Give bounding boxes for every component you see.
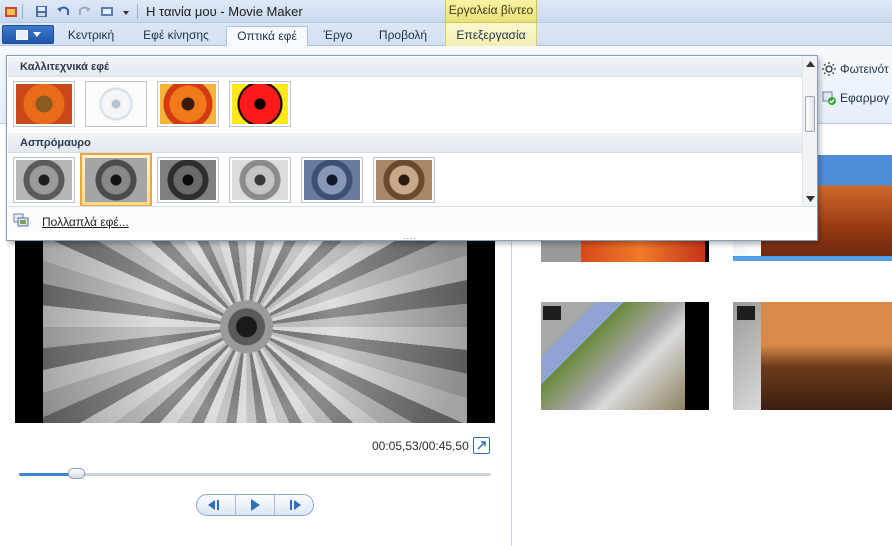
effect-preview (232, 160, 288, 200)
expand-icon (477, 441, 486, 450)
tab-visual-effects[interactable]: Οπτικά εφέ (226, 26, 308, 46)
title-bar: Η ταινία μου - Movie Maker Εργαλεία βίντ… (0, 0, 892, 23)
chevron-down-icon (32, 31, 41, 37)
tab-animations[interactable]: Εφέ κίνησης (134, 26, 218, 46)
multiple-effects-link[interactable]: Πολλαπλά εφέ... (42, 215, 129, 229)
seek-thumb[interactable] (68, 468, 85, 479)
effect-thumb-bw-2-selected[interactable] (80, 153, 152, 207)
clip-edge (705, 239, 709, 262)
app-menu-icon (15, 29, 28, 40)
effect-preview (232, 84, 288, 124)
effects-gallery-dropdown: Καλλιτεχνικά εφέ Ασπρόμαυρο Πολλαπλά εφέ… (6, 55, 818, 241)
brightness-button[interactable]: Φωτεινότ (822, 62, 889, 76)
snapshot-icon[interactable] (98, 3, 116, 20)
effect-thumb-artistic-4[interactable] (229, 81, 291, 127)
effect-thumb-bw-1[interactable] (13, 157, 75, 203)
scroll-up-arrow-icon[interactable] (806, 59, 815, 68)
gallery-footer: Πολλαπλά εφέ... (8, 206, 816, 232)
effect-thumb-bw-3[interactable] (157, 157, 219, 203)
tab-edit[interactable]: Επεξεργασία (445, 23, 537, 46)
seek-bar[interactable] (19, 468, 491, 479)
effect-thumb-artistic-2[interactable] (85, 81, 147, 127)
effect-preview (85, 158, 147, 202)
undo-icon[interactable] (54, 3, 72, 20)
preview-frame-image (43, 238, 467, 423)
effect-preview (376, 160, 432, 200)
storyboard-clip-flower[interactable] (541, 239, 709, 262)
category-header-artistic: Καλλιτεχνικά εφέ (8, 57, 802, 77)
category-header-bw: Ασπρόμαυρο (8, 133, 802, 153)
app-icon[interactable] (2, 3, 20, 20)
separator (22, 4, 23, 19)
storyboard-clip-lighthouse[interactable] (733, 302, 892, 410)
effect-preview (88, 84, 144, 124)
clip-thumbnail (541, 239, 709, 262)
contextual-group-label: Εργαλεία βίντεο (445, 0, 537, 23)
transition-icon (737, 306, 755, 320)
fullscreen-button[interactable] (473, 437, 490, 454)
effect-preview (16, 84, 72, 124)
tab-project[interactable]: Έργο (314, 26, 362, 46)
tab-view[interactable]: Προβολή (370, 26, 436, 46)
effect-preview (160, 160, 216, 200)
effect-preview (16, 160, 72, 200)
effect-thumb-bw-6[interactable] (373, 157, 435, 203)
transition-icon (543, 306, 561, 320)
window-title: Η ταινία μου - Movie Maker (146, 4, 303, 19)
next-frame-button[interactable] (275, 495, 313, 515)
scroll-down-arrow-icon[interactable] (806, 194, 815, 203)
previous-frame-icon (208, 500, 219, 510)
storyboard-clip-koala[interactable] (541, 302, 709, 410)
previous-frame-button[interactable] (197, 495, 236, 515)
effect-thumb-bw-4[interactable] (229, 157, 291, 203)
redo-icon[interactable] (76, 3, 94, 20)
resize-grip[interactable]: .... (403, 231, 417, 241)
effect-thumb-bw-5[interactable] (301, 157, 363, 203)
multiple-effects-icon (13, 213, 29, 227)
timecode: 00:05,53/00:45,50 (372, 439, 469, 453)
next-frame-icon (290, 500, 301, 510)
scrollbar-thumb[interactable] (805, 96, 815, 132)
effect-preview (304, 160, 360, 200)
tab-home[interactable]: Κεντρική (60, 26, 122, 46)
effect-thumb-artistic-1[interactable] (13, 81, 75, 127)
clip-edge (685, 302, 709, 410)
play-button[interactable] (236, 495, 275, 515)
save-icon[interactable] (32, 3, 50, 20)
customize-toolbar-icon[interactable] (117, 3, 135, 20)
effect-thumb-artistic-3[interactable] (157, 81, 219, 127)
gallery-scrollbar[interactable] (802, 56, 817, 206)
sun-icon (822, 62, 836, 76)
separator (137, 4, 138, 19)
apply-to-all-button[interactable]: Εφαρμογ (822, 91, 889, 105)
brightness-label: Φωτεινότ (840, 62, 889, 76)
apply-all-icon (822, 91, 836, 105)
selected-clip-indicator (733, 256, 892, 261)
clip-thumbnail (541, 302, 709, 410)
play-icon (251, 499, 260, 511)
apply-all-label: Εφαρμογ (840, 91, 890, 105)
video-preview[interactable] (15, 238, 495, 423)
effect-preview (160, 84, 216, 124)
app-menu-button[interactable] (2, 25, 54, 44)
playback-controls (196, 494, 314, 516)
ribbon-tab-bar: Κεντρική Εφέ κίνησης Οπτικά εφέ Έργο Προ… (0, 23, 892, 46)
